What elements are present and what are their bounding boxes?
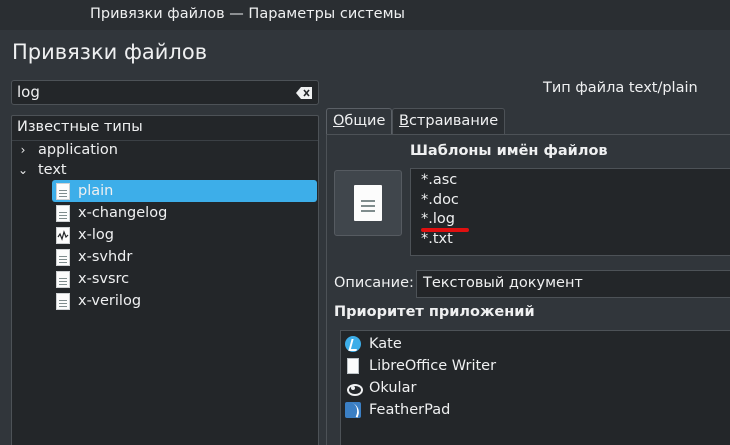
chevron-down-icon[interactable]: ⌄	[16, 163, 30, 177]
tab-general[interactable]: Общие	[326, 108, 393, 134]
description-field[interactable]: Текстовый документ	[416, 270, 730, 298]
tree-item-x-changelog[interactable]: x-changelog	[52, 202, 317, 224]
tree-group-application[interactable]: › application	[16, 139, 118, 161]
tree-group-label: application	[38, 142, 118, 158]
app-label: Okular	[369, 380, 417, 396]
app-item-featherpad[interactable]: FeatherPad	[345, 399, 450, 421]
kate-icon	[345, 336, 361, 352]
search-input[interactable]: log	[11, 80, 319, 105]
tree-header: Известные типы	[17, 119, 143, 135]
patterns-title: Шаблоны имён файлов	[410, 143, 608, 159]
pattern-item[interactable]: *.doc	[421, 192, 459, 208]
tree-group-label: text	[38, 162, 67, 178]
patterns-list[interactable]: *.asc *.doc *.log *.txt	[410, 168, 730, 256]
file-type-icon-button[interactable]	[334, 170, 402, 236]
window-titlebar: Привязки файлов — Параметры системы	[0, 0, 730, 30]
app-label: Kate	[369, 336, 402, 352]
libreoffice-writer-icon	[347, 358, 359, 374]
file-type-header: Тип файла text/plain	[543, 80, 698, 96]
pattern-item[interactable]: *.txt	[421, 231, 453, 247]
pattern-item[interactable]: *.asc	[421, 172, 457, 188]
tab-label: страивание	[408, 113, 499, 129]
description-value: Текстовый документ	[423, 275, 583, 291]
app-label: FeatherPad	[369, 402, 451, 418]
app-label: LibreOffice Writer	[369, 358, 497, 374]
page-title: Привязки файлов	[12, 40, 208, 64]
tree-item-label: x-log	[78, 227, 114, 243]
search-input-value: log	[17, 83, 40, 101]
text-document-icon	[354, 185, 382, 221]
tab-label: бщие	[344, 113, 386, 129]
log-file-icon	[56, 226, 70, 244]
okular-icon	[345, 380, 363, 396]
window-title: Привязки файлов — Параметры системы	[90, 6, 405, 22]
tree-item-x-svhdr[interactable]: x-svhdr	[52, 246, 317, 268]
tab-mnemonic: О	[333, 113, 345, 129]
featherpad-icon	[345, 402, 361, 418]
tree-item-label: x-verilog	[78, 293, 142, 309]
priority-title: Приоритет приложений	[334, 304, 535, 320]
app-item-libreoffice-writer[interactable]: LibreOffice Writer	[345, 355, 496, 377]
clear-icon[interactable]	[296, 87, 312, 99]
tree-item-label: x-changelog	[78, 205, 168, 221]
mime-type-tree[interactable]: Известные типы › application ⌄ text plai…	[11, 115, 319, 445]
text-document-icon	[56, 292, 70, 310]
app-item-kate[interactable]: Kate	[345, 333, 402, 355]
highlight-underline	[421, 228, 469, 232]
tab-embedding[interactable]: Встраивание	[392, 108, 506, 134]
description-label: Описание:	[334, 275, 414, 291]
app-item-okular[interactable]: Okular	[345, 377, 416, 399]
tree-item-label: x-svhdr	[78, 249, 133, 265]
tree-item-x-svsrc[interactable]: x-svsrc	[52, 268, 317, 290]
pattern-item[interactable]: *.log	[421, 211, 455, 227]
chevron-right-icon[interactable]: ›	[16, 143, 30, 157]
tree-item-x-verilog[interactable]: x-verilog	[52, 290, 317, 312]
text-document-icon	[56, 204, 70, 222]
tab-mnemonic: В	[399, 113, 409, 129]
tree-item-label: plain	[78, 183, 114, 199]
tree-item-label: x-svsrc	[78, 271, 130, 287]
tree-item-plain[interactable]: plain	[52, 180, 317, 202]
text-document-icon	[56, 248, 70, 266]
tree-group-text[interactable]: ⌄ text	[16, 159, 67, 181]
text-document-icon	[56, 182, 70, 200]
application-priority-list[interactable]: Kate LibreOffice Writer Okular FeatherPa…	[340, 330, 730, 445]
tree-item-x-log[interactable]: x-log	[52, 224, 317, 246]
text-document-icon	[56, 270, 70, 288]
